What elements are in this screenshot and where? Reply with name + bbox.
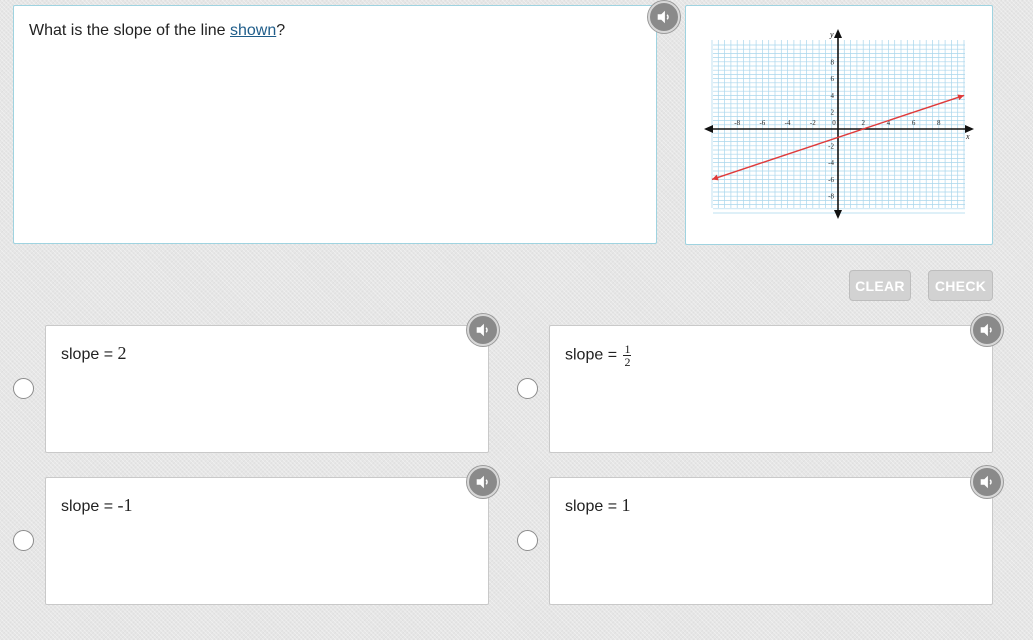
x-tick-label: 6 <box>912 119 916 127</box>
choice-d-value: 1 <box>621 495 631 515</box>
y-axis-arrow-up <box>834 29 842 38</box>
y-tick-label: -2 <box>828 142 834 150</box>
x-axis-label: x <box>965 132 970 141</box>
choice-a-radio[interactable] <box>13 378 34 399</box>
question-punct: ? <box>276 22 286 39</box>
speaker-icon <box>980 475 992 489</box>
speaker-icon <box>657 10 669 24</box>
choice-b-text: slope = 12 <box>565 343 632 369</box>
check-button[interactable]: CHECK <box>928 270 993 301</box>
x-tick-label: -4 <box>785 119 791 127</box>
choice-d-label: slope = <box>565 498 622 515</box>
x-tick-label: 2 <box>861 119 865 127</box>
graph-panel: x y -8 -6 -4 -2 0 2 4 6 8 8 6 4 2 -2 -4 -6 -8 <box>685 5 993 245</box>
question-prompt: What is the slope of the line <box>29 22 230 39</box>
speaker-icon <box>476 323 488 337</box>
y-tick-label: 8 <box>831 58 835 66</box>
y-tick-label: -8 <box>828 193 834 201</box>
choice-d-text: slope = 1 <box>565 495 630 516</box>
speaker-icon <box>476 475 488 489</box>
x-axis-arrow-left <box>704 125 713 133</box>
coordinate-graph: xy-8 -6 -4 -2 0 2 4 6 88642-2-4-6-8 <box>704 29 974 219</box>
choice-a-text: slope = 2 <box>61 343 126 364</box>
choice-c-label: slope = <box>61 498 118 515</box>
choice-a-value: 2 <box>117 343 127 363</box>
fraction-denominator: 2 <box>624 355 631 369</box>
x-tick-label: -8 <box>734 119 740 127</box>
choice-a-card[interactable]: slope = 2 <box>45 325 489 453</box>
choice-c-value: -1 <box>117 495 133 515</box>
choice-d-speaker-button[interactable] <box>971 466 1003 498</box>
choice-d-card[interactable]: slope = 1 <box>549 477 993 605</box>
x-tick-label: -2 <box>810 119 816 127</box>
x-tick-label: -6 <box>759 119 765 127</box>
question-text: What is the slope of the line shown? <box>29 22 285 40</box>
x-tick-label: 0 <box>832 119 836 127</box>
choice-c-radio[interactable] <box>13 530 34 551</box>
choice-b-label: slope = <box>565 346 622 364</box>
choice-c-card[interactable]: slope = -1 <box>45 477 489 605</box>
choice-a-speaker-button[interactable] <box>467 314 499 346</box>
choice-c-text: slope = -1 <box>61 495 132 516</box>
choice-b-speaker-button[interactable] <box>971 314 1003 346</box>
y-tick-label: -4 <box>828 159 834 167</box>
clear-button[interactable]: CLEAR <box>849 270 911 301</box>
choice-b-card[interactable]: slope = 12 <box>549 325 993 453</box>
question-link[interactable]: shown <box>230 22 276 39</box>
y-axis-arrow-down <box>834 210 842 219</box>
y-tick-label: 6 <box>831 75 835 83</box>
choice-b-radio[interactable] <box>517 378 538 399</box>
choice-d-radio[interactable] <box>517 530 538 551</box>
y-tick-label: 2 <box>831 109 835 117</box>
choice-c-speaker-button[interactable] <box>467 466 499 498</box>
choice-a-label: slope = <box>61 346 118 363</box>
y-tick-label: -6 <box>828 176 834 184</box>
y-tick-label: 4 <box>831 92 835 100</box>
choice-b-fraction: 12 <box>623 343 632 369</box>
speaker-icon <box>980 323 992 337</box>
y-axis-label: y <box>829 30 834 39</box>
x-tick-label: 8 <box>937 119 941 127</box>
question-panel: What is the slope of the line shown? <box>13 1 680 244</box>
question-speaker-button[interactable] <box>648 1 680 33</box>
